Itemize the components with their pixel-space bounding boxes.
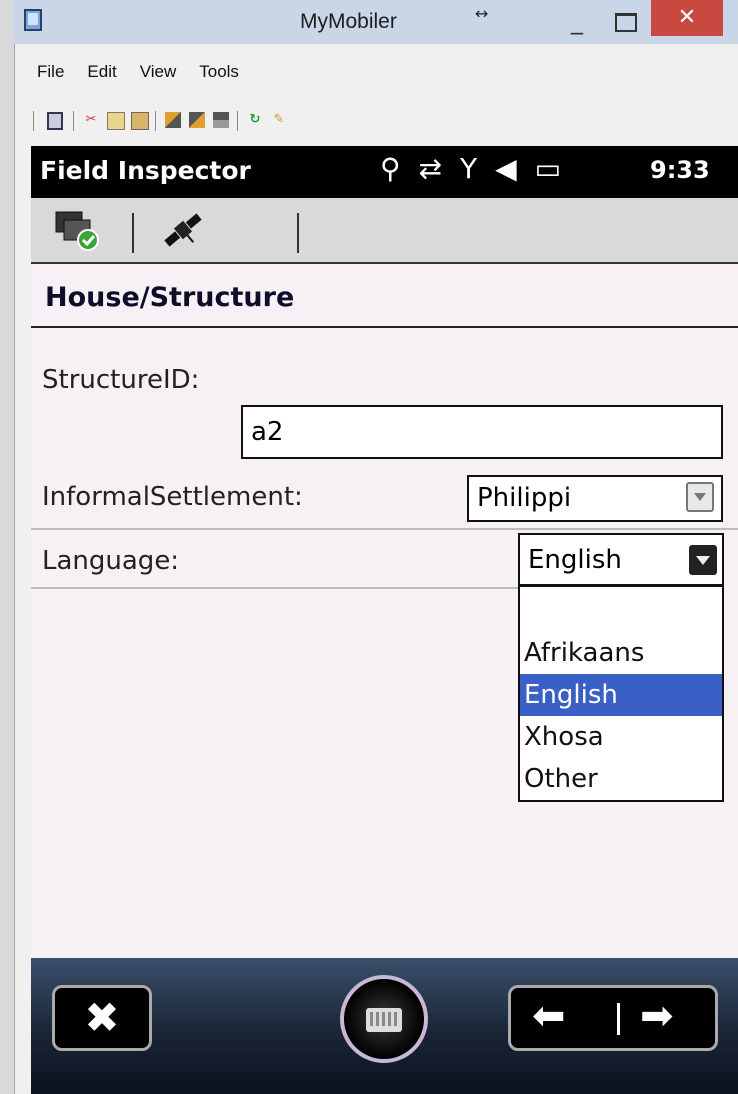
window-title: MyMobiler: [300, 10, 397, 33]
row-divider: [31, 528, 738, 530]
maximize-icon: [615, 13, 637, 32]
sync-complete-icon[interactable]: [52, 208, 102, 252]
chevron-down-icon[interactable]: [686, 482, 714, 512]
toolbar-separator: [155, 111, 156, 131]
nav-separator: [617, 1003, 620, 1035]
close-window-button[interactable]: ✕: [651, 0, 723, 36]
menu-edit[interactable]: Edit: [81, 62, 116, 82]
language-label: Language:: [42, 546, 180, 576]
menu-file[interactable]: File: [31, 62, 64, 82]
language-option-xhosa[interactable]: Xhosa: [520, 716, 722, 758]
title-divider: [31, 326, 738, 328]
menu-tools[interactable]: Tools: [193, 62, 239, 82]
toolbar-separator: [237, 111, 238, 131]
informal-settlement-label: InformalSettlement:: [42, 482, 303, 512]
data-transfer-icon[interactable]: ⇄: [419, 152, 442, 185]
volume-icon[interactable]: ◀: [495, 152, 517, 185]
language-option-afrikaans[interactable]: Afrikaans: [520, 632, 722, 674]
status-time[interactable]: 9:33: [650, 156, 710, 184]
satellite-icon[interactable]: [160, 208, 206, 252]
structure-id-input[interactable]: a2: [241, 405, 723, 459]
toolbar-separator: [73, 111, 74, 131]
paste-icon[interactable]: [131, 112, 149, 130]
arrow-left-icon[interactable]: ⬅: [532, 993, 566, 1039]
clean-icon[interactable]: ✎: [271, 112, 287, 128]
structure-id-label: StructureID:: [42, 365, 200, 395]
app-toolbar: [31, 198, 738, 264]
refresh-icon[interactable]: ↻: [247, 112, 263, 128]
language-option-other[interactable]: Other: [520, 758, 722, 800]
close-form-button[interactable]: ✖: [52, 985, 152, 1051]
no-signal-icon[interactable]: Y: [460, 152, 477, 185]
minimize-button[interactable]: _: [557, 4, 597, 38]
informal-settlement-select[interactable]: Philippi: [467, 475, 723, 522]
cut-icon[interactable]: ✂: [83, 112, 99, 128]
toolbar-separator: [132, 213, 134, 253]
arrow-right-icon[interactable]: ➡: [640, 993, 674, 1039]
battery-icon[interactable]: ▭: [535, 152, 561, 185]
maximize-button[interactable]: [606, 4, 646, 38]
menu-bar: File Edit View Tools: [31, 62, 256, 92]
resize-icon[interactable]: ↔: [475, 4, 488, 23]
sync-files-icon[interactable]: [213, 112, 229, 128]
language-dropdown-list[interactable]: Afrikaans English Xhosa Other: [518, 585, 724, 802]
status-icons: ⚲ ⇄ Y ◀ ▭: [380, 152, 579, 185]
copy-to-device-icon[interactable]: [165, 112, 181, 128]
location-icon[interactable]: ⚲: [380, 152, 401, 185]
language-option-blank[interactable]: [520, 587, 722, 629]
copy-from-device-icon[interactable]: [189, 112, 205, 128]
language-option-english[interactable]: English: [520, 674, 722, 716]
row-divider: [31, 587, 518, 589]
copy-icon[interactable]: [107, 112, 125, 130]
app-name: Field Inspector: [40, 156, 251, 185]
menu-view[interactable]: View: [134, 62, 177, 82]
page-title: House/Structure: [45, 282, 295, 313]
chevron-down-icon[interactable]: [689, 545, 717, 575]
app-window-icon[interactable]: [24, 9, 42, 31]
keyboard-icon: [366, 1008, 402, 1032]
keyboard-button[interactable]: [340, 975, 428, 1063]
device-icon[interactable]: [47, 112, 63, 130]
toolbar-separator: [33, 111, 34, 131]
toolbar-separator: [297, 213, 299, 253]
